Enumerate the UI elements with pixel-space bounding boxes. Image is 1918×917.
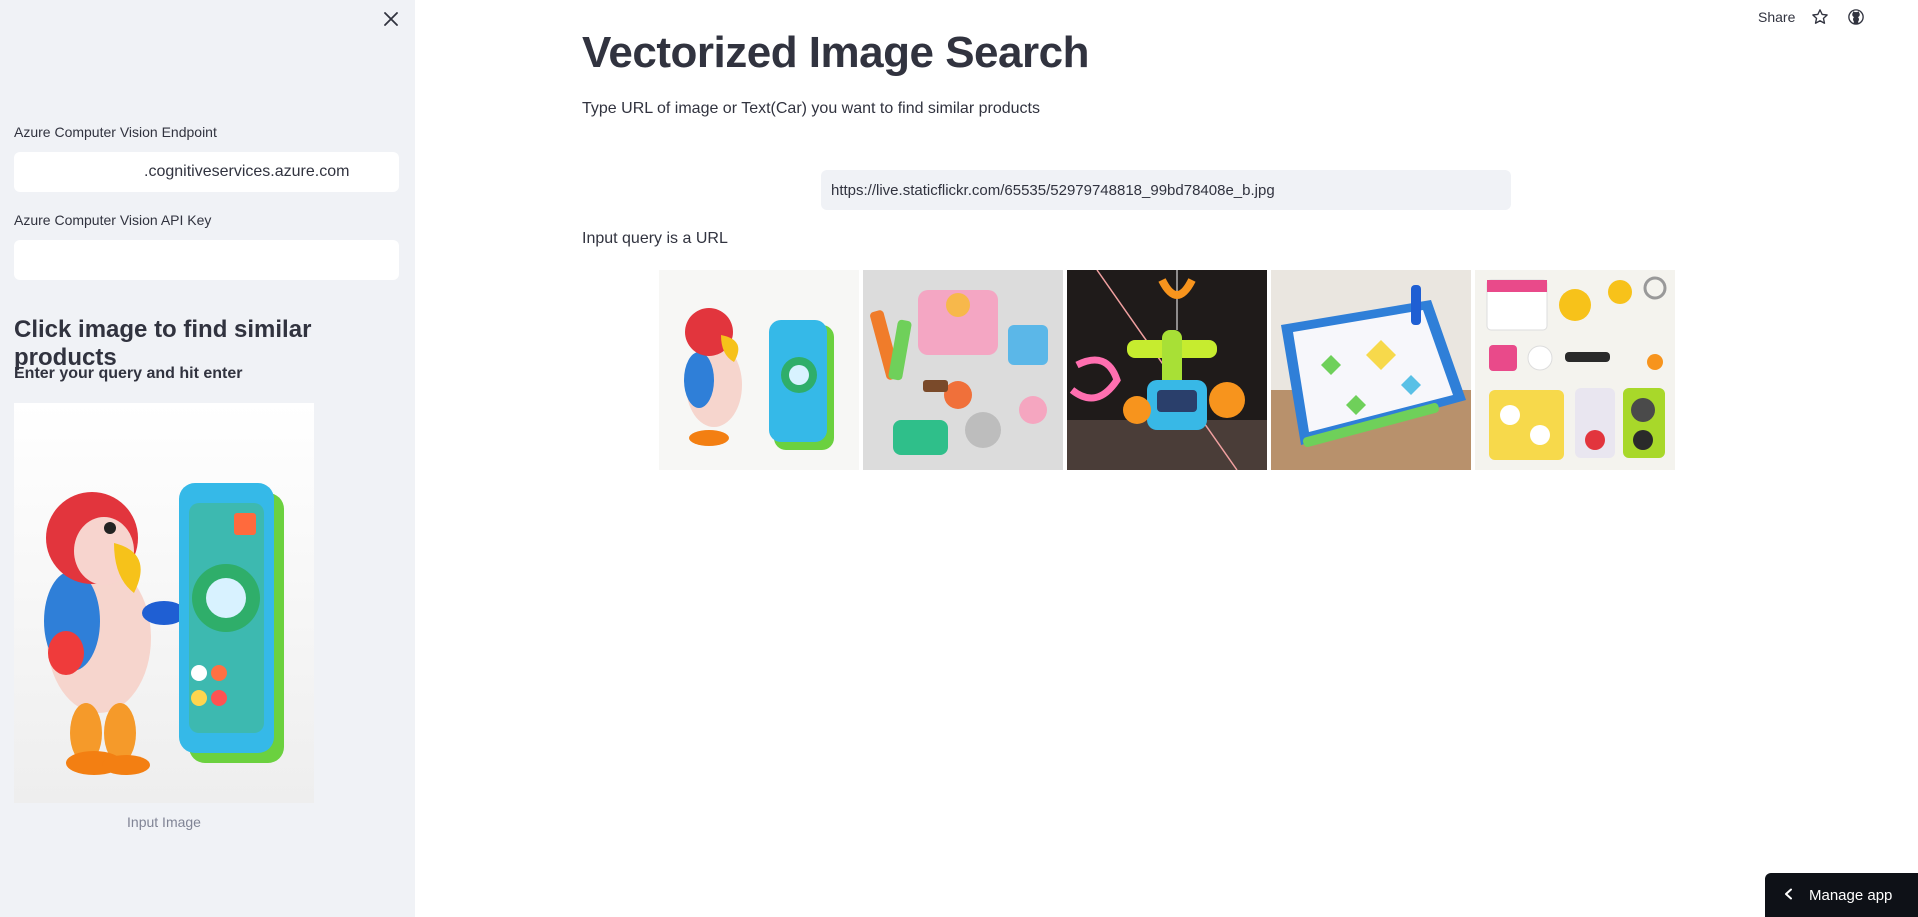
app-root: Azure Computer Vision Endpoint Azure Com… [0,0,1918,917]
api-key-label: Azure Computer Vision API Key [14,212,212,228]
chevron-left-icon [1783,887,1795,904]
input-image[interactable] [14,403,314,803]
result-image-kitchen-set[interactable] [1475,270,1675,470]
share-button[interactable]: Share [1758,9,1795,25]
sidebar-heading: Click image to find similar products [14,316,312,371]
results-gallery [659,270,1675,470]
result-image-drawing-board[interactable] [1271,270,1471,470]
sidebar-subheading: Enter your query and hit enter [14,365,243,382]
github-icon[interactable] [1845,6,1867,28]
page-description: Type URL of image or Text(Car) you want … [582,100,1040,117]
result-image-tools[interactable] [863,270,1063,470]
result-image-parrot[interactable] [659,270,859,470]
endpoint-input[interactable] [14,152,399,192]
page-title: Vectorized Image Search [582,28,1089,77]
query-type-message: Input query is a URL [582,230,728,247]
query-input[interactable] [821,170,1511,210]
manage-app-label: Manage app [1809,886,1893,904]
close-icon[interactable] [380,8,402,30]
endpoint-label: Azure Computer Vision Endpoint [14,124,217,140]
manage-app-button[interactable]: Manage app [1765,873,1918,917]
input-image-caption: Input Image [127,814,201,830]
sidebar: Azure Computer Vision Endpoint Azure Com… [0,0,415,917]
star-icon[interactable] [1809,6,1831,28]
api-key-input[interactable] [14,240,399,280]
result-image-robot[interactable] [1067,270,1267,470]
